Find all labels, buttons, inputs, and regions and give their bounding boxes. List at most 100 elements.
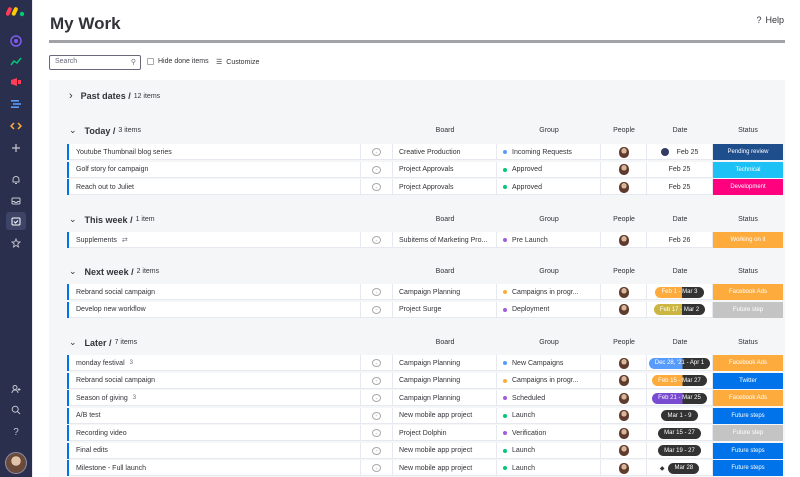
timeline-pill[interactable]: Feb 15 - Mar 27 [652, 375, 707, 386]
date-cell[interactable]: Feb 26 [647, 232, 713, 248]
table-row[interactable]: monday festival 3 + Campaign Planning New Ca… [67, 355, 783, 371]
table-row[interactable]: Develop new workflow + Project Surge Deploy… [67, 301, 783, 318]
chat-bubble-icon[interactable]: + [372, 376, 381, 385]
board-cell[interactable]: Campaign Planning [393, 390, 497, 406]
subitems-count-badge[interactable]: 3 [133, 395, 136, 401]
chevron-down-icon[interactable]: ⌄ [69, 125, 77, 136]
megaphone-icon[interactable] [6, 73, 26, 91]
my-work-calendar-icon[interactable] [6, 212, 26, 230]
status-label[interactable]: Future step [713, 425, 783, 441]
date-cell[interactable]: Feb 17 - Mar 2 [647, 301, 713, 318]
date-cell[interactable]: Dec 28, '21 - Apr 1 [647, 355, 713, 371]
updates-cell[interactable]: + [361, 232, 393, 248]
table-row[interactable]: Final edits + New mobile app project Launch… [67, 442, 783, 459]
item-name-cell[interactable]: monday festival 3 [69, 355, 361, 371]
hide-done-checkbox[interactable] [147, 58, 154, 65]
timeline-pill[interactable]: Feb 21 - Mar 25 [652, 392, 707, 404]
status-cell[interactable]: Future steps [713, 407, 783, 424]
group-cell[interactable]: Verification [497, 425, 601, 441]
hide-done-toggle[interactable]: Hide done items [147, 58, 209, 65]
notifications-bell-icon[interactable] [6, 171, 26, 189]
date-cell[interactable]: ◆ Mar 28 [647, 460, 713, 476]
board-cell[interactable]: Project Approvals [393, 179, 497, 195]
status-label[interactable]: Future steps [713, 407, 783, 424]
date-cell[interactable]: Feb 25 [647, 144, 713, 160]
invite-user-icon[interactable] [6, 380, 26, 398]
status-cell[interactable]: Future step [713, 425, 783, 441]
analytics-icon[interactable] [6, 53, 26, 71]
updates-cell[interactable]: + [361, 460, 393, 476]
item-name-cell[interactable]: Develop new workflow [69, 301, 361, 318]
status-label[interactable]: Technical [713, 161, 783, 178]
chat-bubble-icon[interactable]: + [372, 446, 381, 455]
chat-bubble-icon[interactable]: + [372, 236, 381, 244]
item-name-cell[interactable]: Supplements ⇄ [69, 232, 361, 248]
status-cell[interactable]: Working on it [713, 232, 783, 248]
chat-bubble-icon[interactable]: + [372, 183, 381, 191]
date-cell[interactable]: Feb 21 - Mar 25 [647, 390, 713, 406]
section-header-past[interactable]: › Past dates /12 items [69, 90, 160, 102]
table-row[interactable]: Milestone - Full launch + New mobile app p… [67, 460, 783, 476]
board-cell[interactable]: Campaign Planning [393, 372, 497, 389]
chat-bubble-icon[interactable]: + [372, 359, 381, 367]
status-label[interactable]: Future steps [713, 460, 783, 476]
board-cell[interactable]: Project Dolphin [393, 425, 497, 441]
status-label[interactable]: Facebook Ads [713, 390, 783, 406]
chat-bubble-icon[interactable]: + [372, 411, 381, 420]
group-cell[interactable]: New Campaigns [497, 355, 601, 371]
chat-bubble-icon[interactable]: + [372, 394, 381, 402]
chevron-down-icon[interactable]: ⌄ [69, 214, 77, 225]
code-icon[interactable] [6, 117, 26, 135]
table-row[interactable]: Youtube Thumbnail blog series + Creative P… [67, 144, 783, 160]
person-avatar[interactable] [618, 357, 629, 369]
table-row[interactable]: A/B test + New mobile app project Launch Mar… [67, 407, 783, 424]
status-cell[interactable]: Pending review [713, 144, 783, 160]
customize-button[interactable]: ☰ Customize [216, 58, 259, 67]
add-icon[interactable] [6, 139, 26, 157]
timeline-pill[interactable]: Feb 1 - Mar 3 [655, 286, 704, 298]
chat-bubble-icon[interactable]: + [372, 429, 381, 437]
status-label[interactable]: Pending review [713, 144, 783, 160]
people-cell[interactable] [601, 284, 647, 300]
group-cell[interactable]: Pre Launch [497, 232, 601, 248]
people-cell[interactable] [601, 179, 647, 195]
updates-cell[interactable]: + [361, 144, 393, 160]
people-cell[interactable] [601, 372, 647, 389]
section-header-next[interactable]: ⌄ Next week /2 items [69, 266, 159, 277]
table-row[interactable]: Golf story for campaign + Project Approval… [67, 161, 783, 178]
timeline-pill[interactable]: Mar 15 - 27 [658, 427, 701, 439]
group-cell[interactable]: Incoming Requests [497, 144, 601, 160]
people-cell[interactable] [601, 390, 647, 406]
updates-cell[interactable]: + [361, 284, 393, 300]
section-header-week[interactable]: ⌄ This week /1 item [69, 214, 155, 225]
status-cell[interactable]: Technical [713, 161, 783, 178]
status-cell[interactable]: Future step [713, 301, 783, 318]
group-cell[interactable]: Campaigns in progr... [497, 372, 601, 389]
home-icon[interactable] [6, 32, 26, 50]
item-name-cell[interactable]: Rebrand social campaign [69, 372, 361, 389]
item-name-cell[interactable]: Reach out to Juliet [69, 179, 361, 195]
status-label[interactable]: Facebook Ads [713, 284, 783, 300]
updates-cell[interactable]: + [361, 442, 393, 459]
item-name-cell[interactable]: A/B test [69, 407, 361, 424]
person-avatar[interactable] [618, 234, 629, 246]
timeline-pill[interactable]: Mar 19 - 27 [658, 445, 701, 456]
board-cell[interactable]: New mobile app project [393, 442, 497, 459]
date-cell[interactable]: Mar 15 - 27 [647, 425, 713, 441]
people-cell[interactable] [601, 301, 647, 318]
date-cell[interactable]: Feb 25 [647, 161, 713, 178]
person-avatar[interactable] [618, 427, 629, 439]
person-avatar[interactable] [618, 304, 629, 315]
item-name-cell[interactable]: Season of giving 3 [69, 390, 361, 406]
board-cell[interactable]: Campaign Planning [393, 284, 497, 300]
status-label[interactable]: Working on it [713, 232, 783, 248]
group-cell[interactable]: Approved [497, 161, 601, 178]
help-button[interactable]: ? Help [756, 15, 784, 25]
status-label[interactable]: Future step [713, 301, 783, 318]
people-cell[interactable] [601, 232, 647, 248]
board-cell[interactable]: Project Approvals [393, 161, 497, 178]
board-cell[interactable]: Campaign Planning [393, 355, 497, 371]
status-cell[interactable]: Development [713, 179, 783, 195]
date-cell[interactable]: Feb 15 - Mar 27 [647, 372, 713, 389]
person-avatar[interactable] [618, 164, 629, 175]
